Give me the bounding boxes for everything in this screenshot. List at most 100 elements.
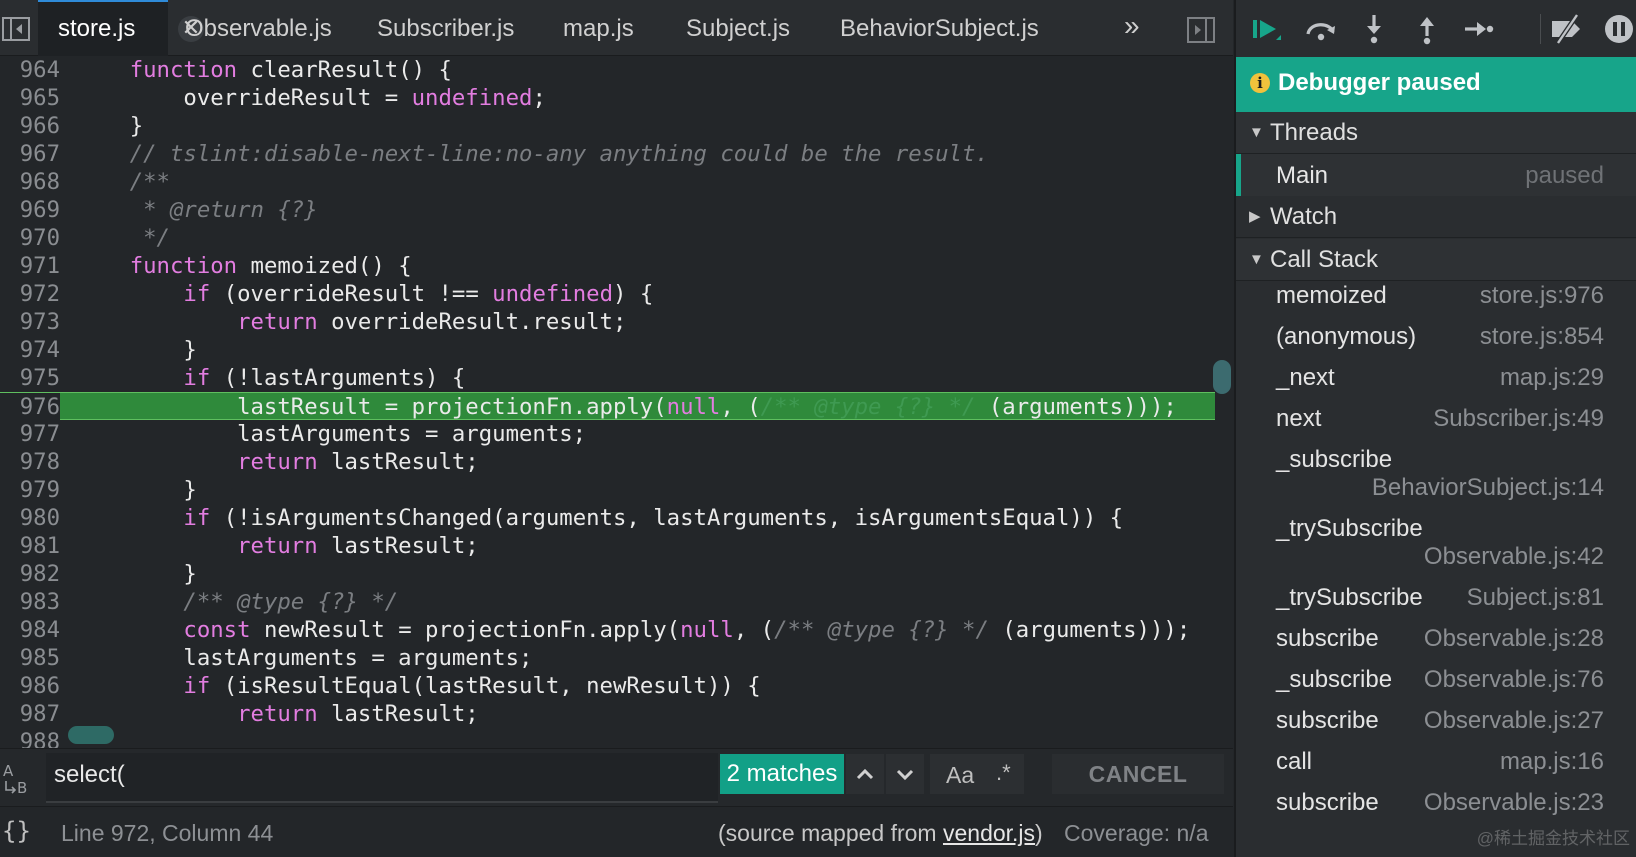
line-number[interactable]: 969 bbox=[0, 196, 60, 224]
code-line[interactable]: 974 } bbox=[0, 336, 1215, 364]
call-stack-frame[interactable]: _trySubscribe Observable.js:42 bbox=[1236, 515, 1636, 581]
code-line[interactable]: 977 lastArguments = arguments; bbox=[0, 420, 1215, 448]
deactivate-breakpoints-icon[interactable] bbox=[1550, 12, 1584, 46]
code-line[interactable]: 986 if (isResultEqual(lastResult, newRes… bbox=[0, 672, 1215, 700]
line-number[interactable]: 967 bbox=[0, 140, 60, 168]
source-map-link[interactable]: vendor.js bbox=[943, 820, 1035, 846]
code-line[interactable]: 981 return lastResult; bbox=[0, 532, 1215, 560]
call-stack-frame[interactable]: subscribe Observable.js:23 bbox=[1236, 789, 1636, 827]
code-line[interactable]: 983 /** @type {?} */ bbox=[0, 588, 1215, 616]
call-stack-frame[interactable]: _next map.js:29 bbox=[1236, 364, 1636, 402]
match-case-toggle[interactable]: Aa bbox=[946, 762, 974, 789]
code-line[interactable]: 965 overrideResult = undefined; bbox=[0, 84, 1215, 112]
pretty-print-button[interactable]: {} bbox=[2, 817, 31, 845]
coverage-status[interactable]: Coverage: n/a bbox=[1064, 820, 1208, 847]
line-number[interactable]: 975 bbox=[0, 364, 60, 392]
tab-subject-js[interactable]: Subject.js bbox=[686, 0, 790, 56]
step-over-icon[interactable] bbox=[1304, 12, 1338, 46]
line-number[interactable]: 966 bbox=[0, 112, 60, 140]
code-line[interactable]: 984 const newResult = projectionFn.apply… bbox=[0, 616, 1215, 644]
code-line[interactable]: 982 } bbox=[0, 560, 1215, 588]
line-number[interactable]: 977 bbox=[0, 420, 60, 448]
line-number[interactable]: 964 bbox=[0, 56, 60, 84]
line-number[interactable]: 978 bbox=[0, 448, 60, 476]
tab-store-js[interactable]: store.js ✕ bbox=[38, 0, 204, 56]
frame-function: (anonymous) bbox=[1276, 323, 1417, 350]
code-editor[interactable]: 964 function clearResult() {965 override… bbox=[0, 56, 1233, 748]
code-line[interactable]: 970 */ bbox=[0, 224, 1215, 252]
call-stack-frame[interactable]: memoized store.js:976 bbox=[1236, 282, 1636, 320]
code-line[interactable]: 978 return lastResult; bbox=[0, 448, 1215, 476]
line-number[interactable]: 976 bbox=[0, 393, 60, 421]
code-line[interactable]: 964 function clearResult() { bbox=[0, 56, 1215, 84]
call-stack-frame[interactable]: _subscribe Observable.js:76 bbox=[1236, 666, 1636, 704]
line-number[interactable]: 980 bbox=[0, 504, 60, 532]
code-line[interactable]: 971 function memoized() { bbox=[0, 252, 1215, 280]
previous-match-button[interactable] bbox=[846, 754, 884, 794]
toggle-debugger-panel-icon[interactable] bbox=[1186, 16, 1216, 44]
code-line[interactable]: 966 } bbox=[0, 112, 1215, 140]
code-line[interactable]: 985 lastArguments = arguments; bbox=[0, 644, 1215, 672]
call-stack-frame[interactable]: subscribe Observable.js:28 bbox=[1236, 625, 1636, 663]
code-line[interactable]: 980 if (!isArgumentsChanged(arguments, l… bbox=[0, 504, 1215, 532]
horizontal-scrollbar[interactable] bbox=[68, 726, 114, 744]
line-number[interactable]: 988 bbox=[0, 728, 60, 748]
call-stack-frame[interactable]: (anonymous) store.js:854 bbox=[1236, 323, 1636, 361]
tab-observable-js[interactable]: Observable.js bbox=[185, 0, 332, 56]
line-number[interactable]: 985 bbox=[0, 644, 60, 672]
line-number[interactable]: 987 bbox=[0, 700, 60, 728]
call-stack-frame[interactable]: subscribe Observable.js:27 bbox=[1236, 707, 1636, 745]
line-number[interactable]: 982 bbox=[0, 560, 60, 588]
code-line[interactable]: 987 return lastResult; bbox=[0, 700, 1215, 728]
call-stack-frame[interactable]: _subscribe BehaviorSubject.js:14 bbox=[1236, 446, 1636, 512]
line-number[interactable]: 965 bbox=[0, 84, 60, 112]
regex-toggle[interactable]: .* bbox=[996, 760, 1011, 786]
line-number[interactable]: 968 bbox=[0, 168, 60, 196]
more-tabs-icon[interactable]: » bbox=[1124, 10, 1140, 42]
step-out-icon[interactable] bbox=[1410, 12, 1444, 46]
tab-map-js[interactable]: map.js bbox=[563, 0, 634, 56]
line-number[interactable]: 973 bbox=[0, 308, 60, 336]
call-stack-header[interactable]: ▼ Call Stack bbox=[1236, 239, 1636, 281]
current-execution-line[interactable]: 976 lastResult = projectionFn.apply(null… bbox=[0, 392, 1215, 421]
line-number[interactable]: 983 bbox=[0, 588, 60, 616]
code-token: (arguments))); bbox=[975, 394, 1177, 420]
vertical-scrollbar[interactable] bbox=[1213, 360, 1231, 394]
code-line[interactable]: 972 if (overrideResult !== undefined) { bbox=[0, 280, 1215, 308]
cancel-search-button[interactable]: CANCEL bbox=[1052, 754, 1224, 794]
threads-header[interactable]: ▼ Threads bbox=[1236, 112, 1636, 154]
line-number[interactable]: 970 bbox=[0, 224, 60, 252]
next-match-button[interactable] bbox=[886, 754, 924, 794]
code-line[interactable]: 967 // tslint:disable-next-line:no-any a… bbox=[0, 140, 1215, 168]
toggle-sources-sidebar-icon[interactable] bbox=[0, 12, 34, 46]
resume-icon[interactable] bbox=[1250, 12, 1284, 46]
step-icon[interactable] bbox=[1462, 12, 1496, 46]
step-into-icon[interactable] bbox=[1357, 12, 1391, 46]
code-line[interactable]: 968 /** bbox=[0, 168, 1215, 196]
code-line[interactable]: 988 bbox=[0, 728, 1215, 748]
tab-subscriber-js[interactable]: Subscriber.js bbox=[377, 0, 514, 56]
line-number[interactable]: 971 bbox=[0, 252, 60, 280]
line-number[interactable]: 974 bbox=[0, 336, 60, 364]
code-line[interactable]: 979 } bbox=[0, 476, 1215, 504]
line-number[interactable]: 984 bbox=[0, 616, 60, 644]
line-number[interactable]: 979 bbox=[0, 476, 60, 504]
code-token: (arguments))); bbox=[988, 617, 1191, 643]
thread-main[interactable]: Main paused bbox=[1236, 154, 1636, 196]
call-stack-frame[interactable]: call map.js:16 bbox=[1236, 748, 1636, 786]
code-token: overrideResult.result; bbox=[317, 309, 627, 335]
pause-on-exceptions-icon[interactable] bbox=[1602, 12, 1636, 46]
line-number[interactable]: 981 bbox=[0, 532, 60, 560]
watch-header[interactable]: ▶ Watch bbox=[1236, 196, 1636, 238]
line-number[interactable]: 986 bbox=[0, 672, 60, 700]
search-input[interactable] bbox=[46, 753, 718, 797]
line-number[interactable]: 972 bbox=[0, 280, 60, 308]
call-stack-frame[interactable]: _trySubscribe Subject.js:81 bbox=[1236, 584, 1636, 622]
code-line[interactable]: 975 if (!lastArguments) { bbox=[0, 364, 1215, 392]
tab-behaviorsubject-js[interactable]: BehaviorSubject.js bbox=[840, 0, 1039, 56]
call-stack-frame[interactable]: next Subscriber.js:49 bbox=[1236, 405, 1636, 443]
code-line[interactable]: 969 * @return {?} bbox=[0, 196, 1215, 224]
code-line[interactable]: 973 return overrideResult.result; bbox=[0, 308, 1215, 336]
